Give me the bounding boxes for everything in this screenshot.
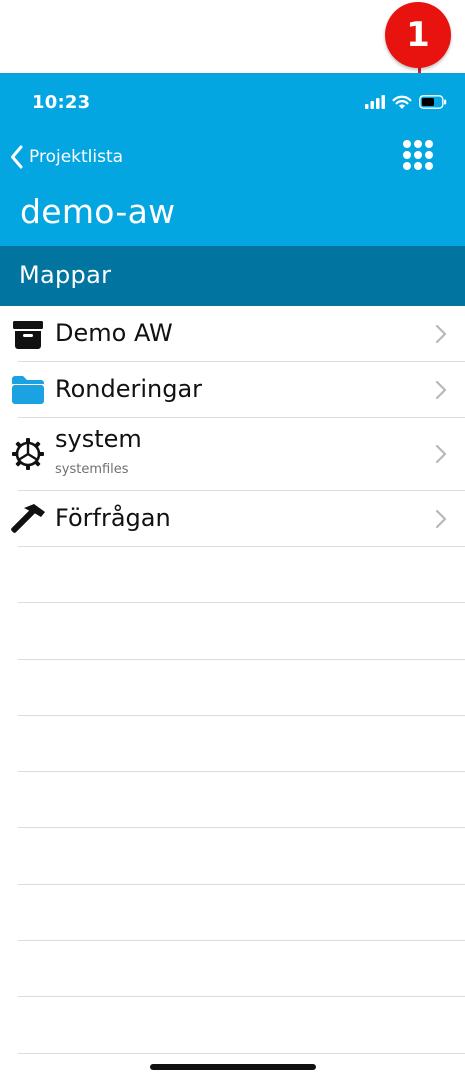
grid-dot-icon xyxy=(403,162,411,170)
grid-menu-button[interactable] xyxy=(403,140,433,170)
list-item-label: system xyxy=(55,425,142,453)
list-item-system[interactable]: system systemfiles xyxy=(0,418,465,491)
back-button[interactable]: Projektlista xyxy=(10,142,123,172)
signal-icon xyxy=(365,95,385,109)
screen: 1 10:23 Projektlista demo-aw Mappar Demo… xyxy=(0,0,465,1080)
list-item-ronderingar[interactable]: Ronderingar xyxy=(0,362,465,418)
empty-row xyxy=(0,828,465,886)
list-item-forfragan[interactable]: Förfrågan xyxy=(0,491,465,547)
list-item-label: Ronderingar xyxy=(55,375,203,403)
list-item-label: Förfrågan xyxy=(55,504,171,532)
app-header: 10:23 Projektlista demo-aw xyxy=(0,73,465,246)
grid-dot-icon xyxy=(414,151,422,159)
folder-icon xyxy=(8,372,48,408)
page-title: demo-aw xyxy=(20,192,176,231)
chevron-right-icon xyxy=(435,380,447,400)
empty-list-area xyxy=(0,547,465,1054)
grid-dot-icon xyxy=(425,151,433,159)
grid-dot-icon xyxy=(403,151,411,159)
grid-dot-icon xyxy=(414,162,422,170)
empty-row xyxy=(0,547,465,604)
status-icons xyxy=(365,93,447,111)
empty-row xyxy=(0,716,465,773)
section-title: Mappar xyxy=(19,261,112,289)
battery-icon xyxy=(419,95,447,109)
chevron-left-icon xyxy=(11,145,23,169)
back-button-label: Projektlista xyxy=(29,147,124,167)
wifi-icon xyxy=(392,95,412,109)
section-header: Mappar xyxy=(0,246,465,306)
archive-box-icon xyxy=(10,317,46,353)
grid-dot-icon xyxy=(403,140,411,148)
empty-row xyxy=(0,603,465,660)
empty-row xyxy=(0,997,465,1054)
list-item-label: Demo AW xyxy=(55,319,173,347)
chevron-right-icon xyxy=(435,324,447,344)
list-item-demo-aw[interactable]: Demo AW xyxy=(0,306,465,362)
chevron-right-icon xyxy=(435,509,447,529)
grid-dot-icon xyxy=(425,162,433,170)
folder-list: Demo AW Ronderingar system systemfiles F… xyxy=(0,306,465,547)
home-indicator[interactable] xyxy=(150,1064,316,1070)
empty-row xyxy=(0,772,465,829)
list-item-sublabel: systemfiles xyxy=(55,462,129,477)
grid-dot-icon xyxy=(425,140,433,148)
gear-icon xyxy=(10,436,46,472)
callout-badge: 1 xyxy=(385,2,451,68)
empty-row xyxy=(0,941,465,998)
status-time: 10:23 xyxy=(32,92,91,113)
empty-row xyxy=(0,660,465,717)
hammer-icon xyxy=(10,501,46,537)
chevron-right-icon xyxy=(435,444,447,464)
grid-dot-icon xyxy=(414,140,422,148)
empty-row xyxy=(0,885,465,942)
